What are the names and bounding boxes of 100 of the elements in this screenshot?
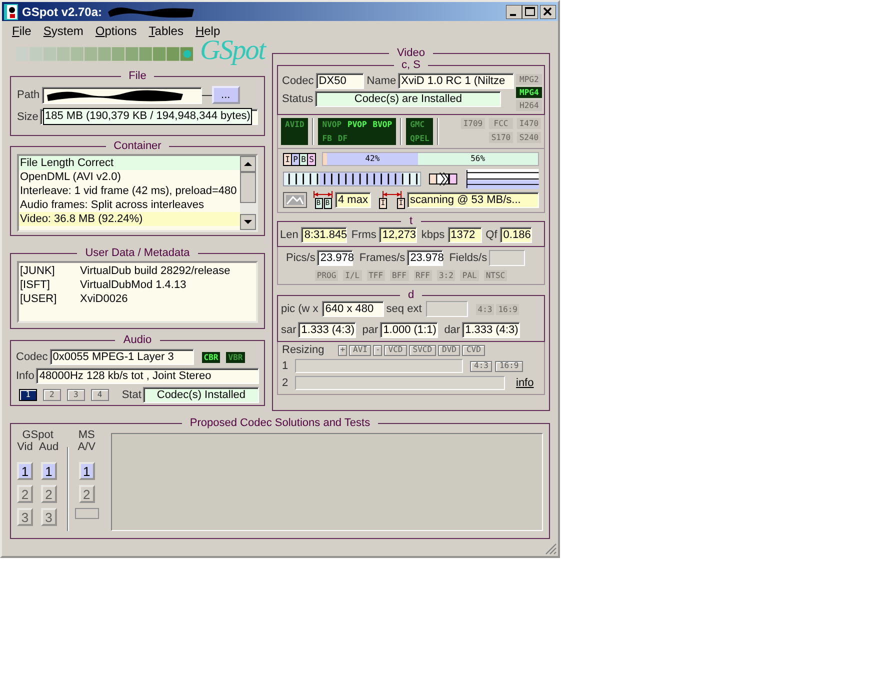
list-line: OpenDML (AVI v2.0): [19, 170, 122, 184]
picture-size-field: 640 x 480: [322, 301, 384, 317]
rate-field: 23.978: [317, 250, 354, 266]
bar-segment: 56%: [418, 153, 538, 165]
flag-indicator: FB: [320, 133, 334, 144]
column-heading: GSpot: [22, 429, 54, 441]
metadata-value: VirtualDub build 28292/release: [80, 265, 230, 277]
info-link[interactable]: info: [516, 377, 534, 389]
picture-button[interactable]: [283, 192, 307, 208]
timing-field: 12,273: [379, 227, 418, 243]
field-label: Name: [366, 75, 396, 87]
metadata-tag: [USER]: [20, 293, 80, 305]
app-icon: [4, 4, 18, 20]
field-label: kbps: [421, 229, 445, 241]
scan-status-field: scanning @ 53 MB/s...: [407, 192, 539, 208]
close-button[interactable]: [540, 4, 556, 18]
frame-type-letter: I: [284, 154, 292, 164]
stream-button[interactable]: 3: [66, 389, 85, 401]
timing-field: 1372: [448, 227, 482, 243]
resize-preset-button[interactable]: SVCD: [408, 344, 436, 356]
menu-item[interactable]: System: [37, 24, 90, 38]
resize-preset-button[interactable]: AVI: [349, 344, 372, 356]
flag-indicator: BFF: [390, 270, 408, 281]
resize-grip-icon[interactable]: [545, 543, 557, 555]
menu-item[interactable]: Tables: [142, 24, 190, 38]
field-label: sar: [281, 324, 296, 336]
rate-field: 23.978: [407, 250, 444, 266]
flag-indicator: 4:3: [476, 304, 494, 314]
field-label: 1: [282, 360, 290, 372]
aspect-ratio-field: 1.333 (4:3): [298, 322, 356, 338]
solution-button[interactable]: 1: [17, 462, 33, 480]
codec-status-field: Codec(s) are Installed: [315, 91, 502, 107]
menu-item[interactable]: Help: [189, 24, 226, 38]
aspect-button[interactable]: 16:9: [495, 360, 523, 372]
span-arrow-icon: [382, 191, 402, 198]
field-label: pic (w x: [281, 303, 318, 315]
metadata-tag: [ISFT]: [20, 279, 80, 291]
frame-type-letter: P: [292, 154, 300, 164]
flag-indicator: PAL: [460, 270, 479, 281]
flag-indicator: QPEL: [408, 133, 432, 144]
flag-indicator: I/L: [343, 270, 362, 281]
field-label: Fields/s: [449, 252, 488, 264]
flag-indicator: MPG4: [516, 87, 542, 98]
bar-segment: 42%: [327, 153, 418, 165]
flag-indicator: S170: [489, 132, 513, 143]
codec-name-field: XviD 1.0 RC 1 (Niltze: [398, 73, 514, 89]
span-arrow-icon: [313, 191, 333, 198]
maximize-button[interactable]: [522, 4, 538, 18]
minimize-button[interactable]: [506, 4, 522, 18]
flag-indicator: NTSC: [484, 270, 508, 281]
column-heading: A/V: [78, 441, 96, 453]
solution-button[interactable]: 2: [40, 485, 57, 503]
flag-indicator: FCC: [489, 118, 513, 129]
browse-button[interactable]: ...: [212, 86, 240, 104]
field-label: par: [362, 324, 378, 336]
resize-preset-button[interactable]: CVD: [462, 344, 485, 356]
decoder-boxes-drawing: [429, 170, 458, 188]
solution-button[interactable]: 2: [78, 485, 95, 503]
resize-preset-button[interactable]: -: [373, 344, 382, 356]
stream-button[interactable]: 4: [90, 389, 109, 401]
solution-button[interactable]: 1: [78, 462, 95, 480]
solution-button[interactable]: 3: [40, 508, 57, 526]
metadata-value: VirtualDubMod 1.4.13: [80, 279, 186, 291]
field-label: dar: [444, 324, 460, 336]
flag-indicator: DF: [336, 133, 350, 144]
timing-field: 0.186: [500, 227, 532, 243]
flag-indicator: 16:9: [496, 304, 520, 314]
frame-type-letter: S: [308, 154, 315, 164]
bframes-field: 4 max: [335, 192, 371, 208]
aspect-button[interactable]: 4:3: [470, 360, 492, 372]
scrollbar[interactable]: [240, 156, 256, 230]
flag-indicator: GMC: [408, 119, 427, 130]
list-line: Audio frames: Split across interleaves: [19, 198, 206, 212]
flag-indicator: S240: [517, 132, 541, 143]
metadata-tag: [JUNK]: [20, 265, 80, 277]
field-label: Codec: [282, 75, 314, 87]
field-label: Qf: [486, 229, 498, 241]
menu-item[interactable]: File: [6, 24, 38, 38]
resize-preset-button[interactable]: VCD: [384, 344, 407, 356]
solution-button[interactable]: 2: [17, 485, 33, 503]
stream-button[interactable]: 2: [42, 389, 61, 401]
frame-type-letter: B: [300, 154, 308, 164]
flag-indicator: AVID: [283, 119, 306, 130]
audio-codec-field: 0x0055 MPEG-1 Layer 3: [50, 349, 194, 365]
audio-status-field: Codec(s) Installed: [143, 387, 260, 403]
solution-button[interactable]: 3: [17, 508, 33, 526]
flag-indicator: MPG2: [516, 74, 542, 85]
field-label: Size: [17, 111, 38, 123]
field-label: Len: [280, 229, 298, 241]
menu-item[interactable]: Options: [89, 24, 143, 38]
resize-preset-button[interactable]: +: [338, 344, 348, 356]
metadata-value: XviD0026: [80, 293, 128, 305]
field-label: Pics/s: [286, 252, 316, 264]
stream-button[interactable]: 1: [19, 389, 37, 401]
aspect-ratio-field: 1.333 (4:3): [462, 322, 520, 338]
resize-preset-button[interactable]: DVD: [438, 344, 460, 356]
field-label: Codec: [16, 351, 48, 363]
video-codec-field: DX50: [316, 73, 364, 89]
solution-button[interactable]: 1: [40, 462, 57, 480]
window-title: GSpot v2.70a:: [22, 4, 102, 18]
